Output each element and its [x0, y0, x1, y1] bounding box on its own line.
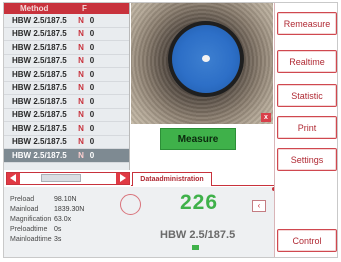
statistic-button[interactable]: Statistic [277, 84, 337, 107]
parameter-value: 1839.30N [54, 206, 85, 213]
unit-cell: N [78, 42, 84, 52]
value-cell: 0 [89, 110, 95, 120]
value-cell: 0 [89, 42, 95, 52]
method-cell: HBW 2.5/187.5 [12, 137, 67, 147]
unit-cell: N [78, 150, 84, 160]
parameter-row: Preloadtime 0s [10, 226, 61, 233]
parameter-value: 98.10N [54, 196, 77, 203]
method-cell: HBW 2.5/187.5 [12, 123, 67, 133]
close-icon[interactable]: x [261, 113, 271, 122]
method-row[interactable]: HBW 2.5/187.5 N 0 [4, 68, 129, 82]
control-button[interactable]: Control [277, 229, 337, 252]
method-cell: HBW 2.5/187.5 [12, 56, 67, 66]
hardness-result-value: 226 [180, 191, 219, 214]
method-cell: HBW 2.5/187.5 [12, 96, 67, 106]
camera-view: x [131, 3, 273, 124]
parameter-label: Preloadtime [10, 226, 48, 233]
realtime-button[interactable]: Realtime [277, 50, 337, 73]
parameter-label: Magnification [10, 216, 52, 223]
unit-cell: N [78, 137, 84, 147]
tab-dataadministration[interactable]: Dataadministration [132, 172, 212, 186]
value-cell: 0 [89, 56, 95, 66]
method-row[interactable]: HBW 2.5/187.5 N 0 [4, 136, 129, 149]
method-row[interactable]: HBW 2.5/187.5 N 0 [4, 28, 129, 41]
method-rows: HBW 2.5/187.5 N 0 HBW 2.5/187.5 N 0 HBW 2.5/18… [4, 14, 129, 163]
method-row[interactable]: HBW 2.5/187.5 N 0 [4, 122, 129, 136]
method-row[interactable]: HBW 2.5/187.5 N 0 [4, 41, 129, 55]
f-column-header[interactable]: F [78, 4, 87, 13]
unit-cell: N [78, 110, 84, 120]
value-cell: 0 [89, 123, 95, 133]
parameter-label: Mainload [10, 206, 39, 213]
method-cell: HBW 2.5/187.5 [12, 150, 67, 160]
scroll-thumb[interactable] [41, 174, 81, 182]
table-scrollbar[interactable] [6, 172, 130, 185]
method-cell: HBW 2.5/187.5 [12, 42, 67, 52]
value-cell: 0 [89, 29, 95, 39]
command-column: Remeasure Realtime Statistic Print Setti… [274, 3, 337, 257]
value-cell: 0 [89, 137, 95, 147]
unit-cell: N [78, 29, 84, 39]
method-table[interactable]: Method F HBW 2.5/187.5 N 0 HBW 2.5/187.5 N 0 H… [4, 3, 130, 170]
method-row[interactable]: HBW 2.5/187.5 N 0 [4, 95, 129, 109]
parameter-row: Preload 98.10N [10, 196, 77, 203]
status-circle-icon [120, 194, 141, 215]
method-row[interactable]: HBW 2.5/187.5 N 0 [4, 109, 129, 122]
measure-panel: Measure [131, 124, 273, 170]
value-cell: 0 [89, 83, 95, 93]
parameter-row: Magnification 63.0x [10, 216, 71, 223]
measurement-info-panel: Preload 98.10N Mainload 1839.30N Magnificati… [4, 187, 274, 257]
method-row[interactable]: HBW 2.5/187.5 N 0 [4, 14, 129, 28]
print-button[interactable]: Print [277, 116, 337, 139]
parameter-label: Mainloadtime [10, 236, 52, 243]
unit-cell: N [78, 123, 84, 133]
method-table-header: Method F [4, 3, 129, 14]
value-cell: 0 [89, 96, 95, 106]
parameter-value: 63.0x [54, 216, 72, 223]
method-row[interactable]: HBW 2.5/187.5 N 0 [4, 149, 129, 163]
method-cell: HBW 2.5/187.5 [12, 83, 67, 93]
remeasure-button[interactable]: Remeasure [277, 12, 337, 35]
parameter-label: Preload [10, 196, 35, 203]
value-cell: 0 [89, 150, 95, 160]
unit-cell: N [78, 69, 84, 79]
indentation-center [202, 55, 210, 62]
parameter-row: Mainload 1839.30N [10, 206, 84, 213]
method-cell: HBW 2.5/187.5 [12, 69, 67, 79]
method-cell: HBW 2.5/187.5 [12, 29, 67, 39]
value-cell: 0 [89, 69, 95, 79]
collapse-arrow-button[interactable]: ‹ [252, 200, 266, 212]
unit-cell: N [78, 83, 84, 93]
method-cell: HBW 2.5/187.5 [12, 15, 67, 25]
method-cell: HBW 2.5/187.5 [12, 110, 67, 120]
value-cell: 0 [89, 15, 95, 25]
parameter-value: 0s [54, 226, 62, 233]
parameter-value: 3s [54, 236, 62, 243]
result-method-label: HBW 2.5/187.5 [160, 229, 236, 241]
scroll-left-arrow-icon[interactable] [7, 173, 20, 184]
method-row[interactable]: HBW 2.5/187.5 N 0 [4, 82, 129, 95]
result-ok-indicator [192, 245, 199, 250]
unit-cell: N [78, 56, 84, 66]
unit-cell: N [78, 96, 84, 106]
scroll-right-arrow-icon[interactable] [116, 173, 129, 184]
parameter-row: Mainloadtime 3s [10, 236, 61, 243]
method-column-header[interactable]: Method [4, 4, 78, 13]
measure-button[interactable]: Measure [160, 128, 236, 150]
unit-cell: N [78, 15, 84, 25]
settings-button[interactable]: Settings [277, 148, 337, 171]
hardness-tester-screen: Method F HBW 2.5/187.5 N 0 HBW 2.5/187.5 N 0 H… [3, 2, 338, 258]
method-row[interactable]: HBW 2.5/187.5 N 0 [4, 55, 129, 68]
